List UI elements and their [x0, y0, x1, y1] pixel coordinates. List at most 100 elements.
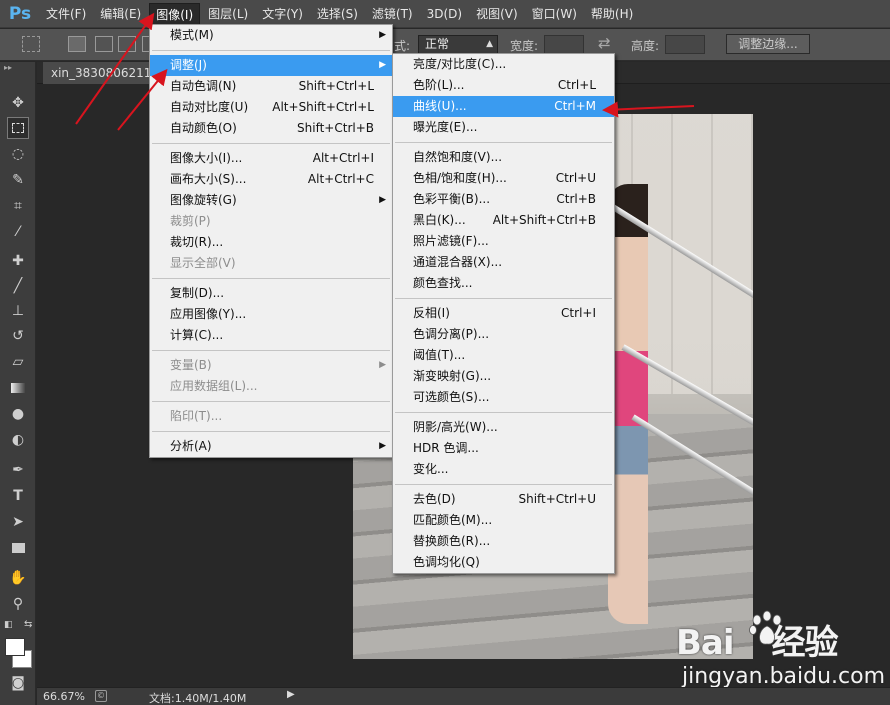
type-tool-icon[interactable]: T [7, 485, 29, 507]
menu-item[interactable]: 画布大小(S)... Alt+Ctrl+C [150, 169, 392, 190]
menu-item[interactable]: 应用图像(Y)... [150, 304, 392, 325]
height-input[interactable] [665, 35, 705, 54]
menu-item[interactable]: 复制(D)... [150, 283, 392, 304]
share-icon[interactable]: © [95, 690, 107, 702]
menu-item[interactable]: 自然饱和度(V)... [393, 147, 614, 168]
eraser-tool-icon[interactable]: ▱ [7, 351, 29, 373]
menu-item-shortcut: Alt+Ctrl+I [312, 151, 374, 165]
marquee-preset-icon[interactable] [22, 36, 40, 52]
brush-tool-icon[interactable]: ╱ [7, 275, 29, 297]
new-selection-icon[interactable] [68, 36, 86, 52]
menu-item[interactable]: 替换颜色(R)... [393, 531, 614, 552]
menu-item-label: 匹配颜色(M)... [413, 513, 493, 527]
menu-item-shortcut: Shift+Ctrl+U [518, 492, 596, 506]
eyedropper-tool-icon[interactable]: ⁄ [7, 221, 29, 243]
menubar-item[interactable]: 图像(I) [149, 2, 201, 25]
menu-separator [395, 484, 612, 485]
lasso-tool-icon[interactable]: ◌ [7, 143, 29, 165]
zoom-tool-icon[interactable]: ⚲ [7, 593, 29, 615]
dodge-tool-icon[interactable]: ◐ [7, 429, 29, 451]
menu-item[interactable]: 模式(M) ▶ [150, 25, 392, 46]
stamp-tool-icon[interactable]: ⊥ [7, 300, 29, 322]
menubar-item[interactable]: 文字(Y) [256, 3, 309, 25]
menu-item[interactable]: 裁切(R)... [150, 232, 392, 253]
menubar-item[interactable]: 3D(D) [421, 3, 468, 25]
foreground-color-swatch[interactable] [5, 638, 25, 656]
menu-item[interactable]: 调整(J) ▶ [150, 55, 392, 76]
menu-item[interactable]: 阈值(T)... [393, 345, 614, 366]
menu-item: 显示全部(V) [150, 253, 392, 274]
quick-mask-icon[interactable]: ◙ [7, 672, 29, 694]
menu-item[interactable]: 色调分离(P)... [393, 324, 614, 345]
menubar-item[interactable]: 帮助(H) [585, 3, 639, 25]
width-label: 宽度: [510, 39, 539, 53]
menu-item-label: 自动对比度(U) [170, 100, 249, 114]
menu-item[interactable]: 自动对比度(U) Alt+Shift+Ctrl+L [150, 97, 392, 118]
gradient-tool-icon[interactable] [7, 377, 29, 399]
menu-item-label: 曲线(U)... [413, 99, 467, 113]
menu-item-label: 图像旋转(G) [170, 193, 237, 207]
menu-item[interactable]: 分析(A) ▶ [150, 436, 392, 457]
add-selection-icon[interactable] [95, 36, 113, 52]
marquee-tool-icon[interactable] [7, 117, 29, 139]
move-tool-icon[interactable]: ✥ [7, 92, 29, 114]
menu-item[interactable]: 曝光度(E)... [393, 117, 614, 138]
menubar-item[interactable]: 窗口(W) [526, 3, 583, 25]
menu-item[interactable]: 图像大小(I)... Alt+Ctrl+I [150, 148, 392, 169]
menu-item-label: 自动色调(N) [170, 79, 237, 93]
menu-item[interactable]: 自动色调(N) Shift+Ctrl+L [150, 76, 392, 97]
menubar-item[interactable]: 图层(L) [202, 3, 254, 25]
menu-item[interactable]: 照片滤镜(F)... [393, 231, 614, 252]
menubar-item[interactable]: 视图(V) [470, 3, 524, 25]
menubar-item[interactable]: 滤镜(T) [366, 3, 419, 25]
menu-item: 裁剪(P) [150, 211, 392, 232]
menu-item-label: 可选颜色(S)... [413, 390, 490, 404]
menu-item[interactable]: 色调均化(Q) [393, 552, 614, 573]
menu-item: 陷印(T)... [150, 406, 392, 427]
menu-item[interactable]: 色相/饱和度(H)... Ctrl+U [393, 168, 614, 189]
menu-item[interactable]: HDR 色调... [393, 438, 614, 459]
menu-item[interactable]: 匹配颜色(M)... [393, 510, 614, 531]
crop-tool-icon[interactable]: ⌗ [7, 195, 29, 217]
width-input[interactable] [544, 35, 584, 54]
play-arrow-icon[interactable]: ▶ [287, 689, 295, 700]
menu-item[interactable]: 计算(C)... [150, 325, 392, 346]
subtract-selection-icon[interactable] [118, 36, 136, 52]
menu-item[interactable]: 色彩平衡(B)... Ctrl+B [393, 189, 614, 210]
menu-item[interactable]: 图像旋转(G) ▶ [150, 190, 392, 211]
rectangle-tool-icon[interactable] [7, 537, 29, 559]
menu-item[interactable]: 渐变映射(G)... [393, 366, 614, 387]
menu-item[interactable]: 阴影/高光(W)... [393, 417, 614, 438]
menu-item[interactable]: 颜色查找... [393, 273, 614, 294]
menu-item[interactable]: 去色(D) Shift+Ctrl+U [393, 489, 614, 510]
menu-item[interactable]: 色阶(L)... Ctrl+L [393, 75, 614, 96]
menu-item[interactable]: 通道混合器(X)... [393, 252, 614, 273]
path-select-tool-icon[interactable]: ➤ [7, 511, 29, 533]
default-colors-icon[interactable]: ◧ [4, 620, 13, 630]
zoom-level[interactable]: 66.67% [43, 690, 85, 703]
swap-icon[interactable]: ⇄ [598, 34, 611, 52]
swap-colors-icon[interactable]: ⇆ [24, 619, 32, 630]
style-select[interactable]: 正常 ▲ [418, 35, 498, 54]
menubar-item[interactable]: 选择(S) [311, 3, 364, 25]
healing-brush-tool-icon[interactable]: ✚ [7, 250, 29, 272]
quick-select-tool-icon[interactable]: ✎ [7, 169, 29, 191]
menubar-item[interactable]: 编辑(E) [94, 3, 147, 25]
history-brush-tool-icon[interactable]: ↺ [7, 325, 29, 347]
collapse-icon[interactable]: ▸▸ [0, 62, 35, 74]
submenu-arrow-icon: ▶ [379, 195, 386, 205]
menu-item[interactable]: 曲线(U)... Ctrl+M [393, 96, 614, 117]
hand-tool-icon[interactable]: ✋ [7, 567, 29, 589]
menu-item[interactable]: 变化... [393, 459, 614, 480]
menu-item[interactable]: 反相(I) Ctrl+I [393, 303, 614, 324]
refine-edge-button[interactable]: 调整边缘... [726, 34, 810, 54]
menu-item[interactable]: 黑白(K)... Alt+Shift+Ctrl+B [393, 210, 614, 231]
menubar-item[interactable]: 文件(F) [40, 3, 92, 25]
blur-tool-icon[interactable]: ● [7, 403, 29, 425]
menu-item[interactable]: 可选颜色(S)... [393, 387, 614, 408]
menu-item-label: 变量(B) [170, 358, 212, 372]
menu-item[interactable]: 亮度/对比度(C)... [393, 54, 614, 75]
pen-tool-icon[interactable]: ✒ [7, 459, 29, 481]
menu-item-shortcut: Shift+Ctrl+B [297, 121, 374, 135]
menu-item[interactable]: 自动颜色(O) Shift+Ctrl+B [150, 118, 392, 139]
